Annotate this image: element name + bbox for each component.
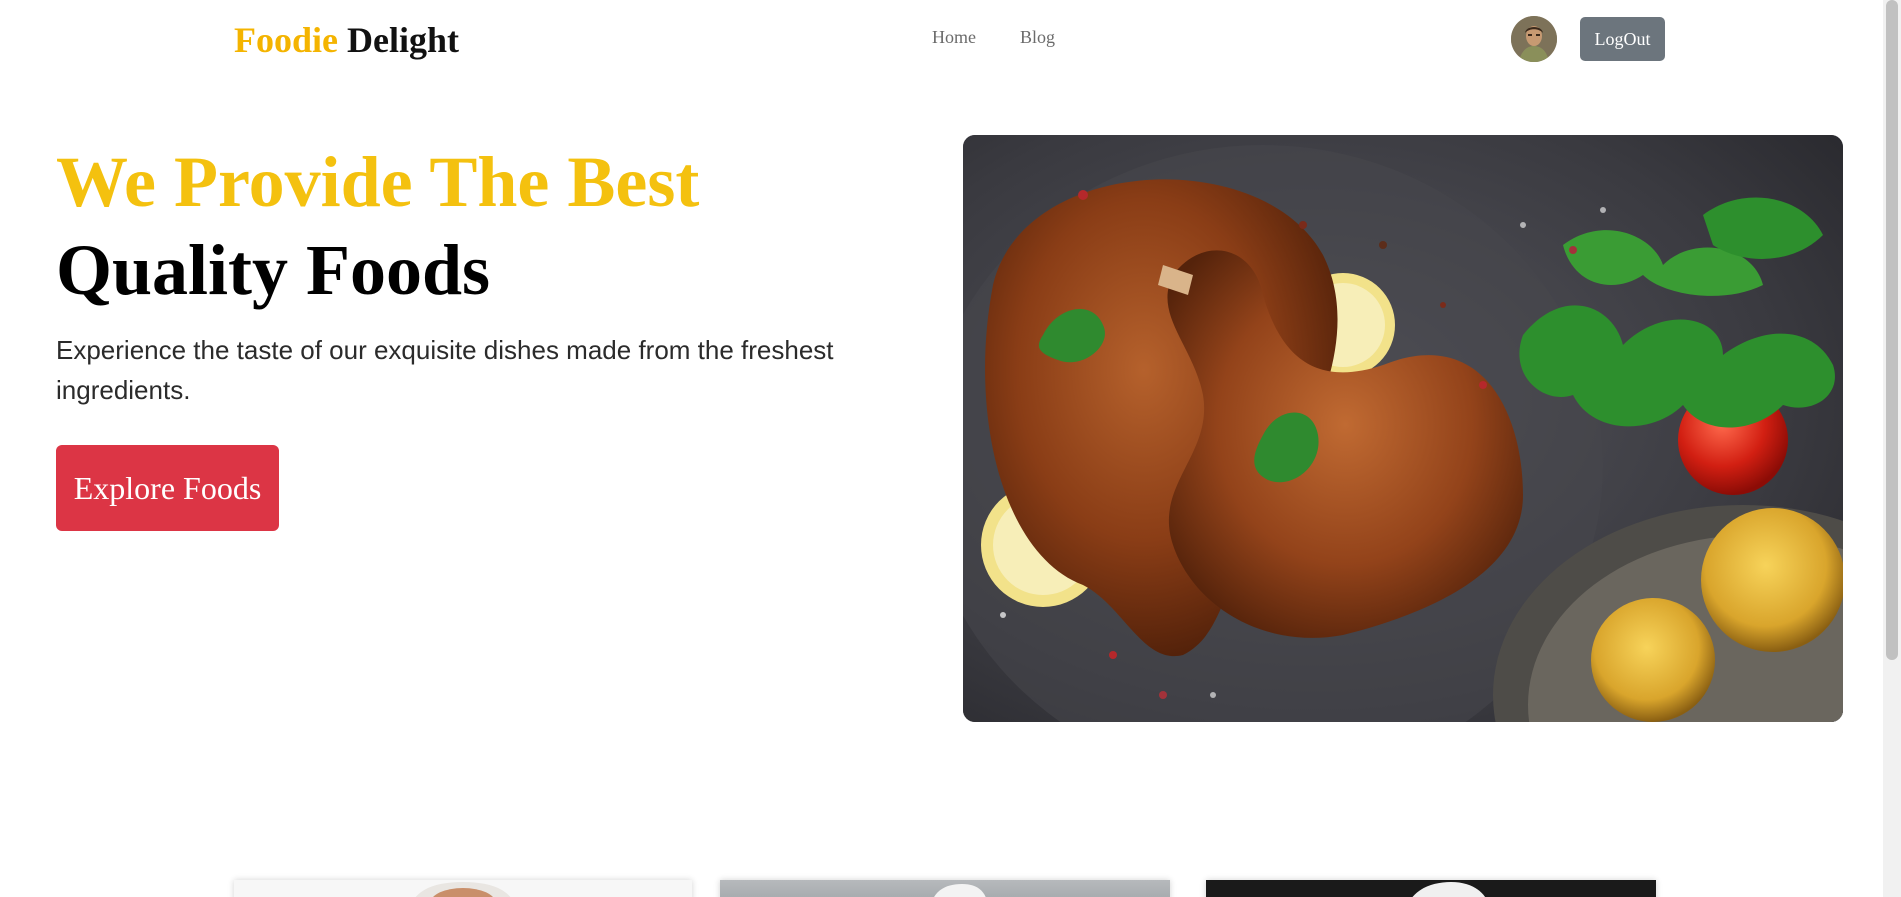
chef-card-2[interactable] [720,880,1170,897]
scrollbar-thumb[interactable] [1886,0,1898,660]
hero-title-line-2: Quality Foods [56,230,491,310]
chef-photo-3-icon [1412,882,1485,897]
chef-photo-1-icon [415,882,511,897]
hero-title-line-1: We Provide The Best [56,142,700,222]
hero-subtitle: Experience the taste of our exquisite di… [56,335,834,405]
user-avatar[interactable] [1511,16,1557,62]
hero-food-image [963,135,1843,722]
brand-main-text: Delight [347,20,459,60]
nav-link-blog[interactable]: Blog [1020,27,1055,48]
explore-foods-button[interactable]: Explore Foods [56,445,279,531]
chef-card-3[interactable] [1206,880,1656,897]
brand-logo[interactable]: Foodie Delight [234,16,459,64]
nav-link-home[interactable]: Home [932,27,976,48]
logout-button[interactable]: LogOut [1580,17,1665,61]
user-avatar-icon [1511,16,1557,62]
brand-accent-text: Foodie [234,20,338,60]
page: Foodie Delight Home Blog LogOut We Provi… [0,0,1901,897]
roasted-chicken-image-icon [963,135,1843,722]
page-scrollbar[interactable] [1883,0,1901,897]
navbar: Foodie Delight Home Blog LogOut [0,0,1883,80]
hero-title: We Provide The Best Quality Foods [56,138,699,314]
chef-photo-2-icon [934,884,986,897]
chef-card-1[interactable] [234,880,692,897]
nav-links: Home Blog [932,27,1055,48]
